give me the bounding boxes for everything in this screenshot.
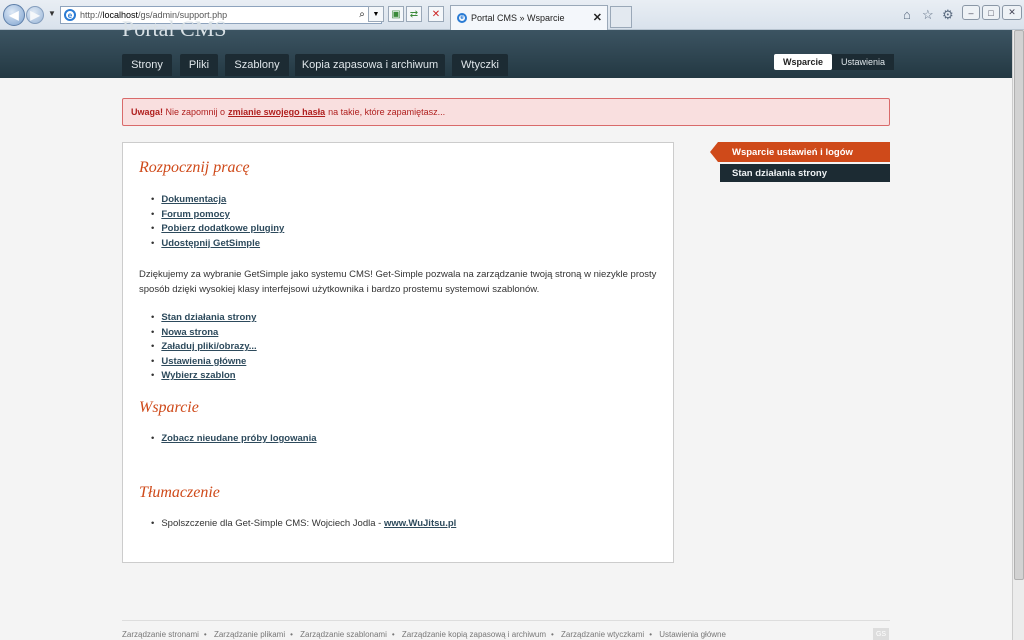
- gear-icon[interactable]: ⚙: [942, 7, 954, 23]
- translation-info: Spolszczenie dla Get-Simple CMS: Wojciec…: [151, 517, 456, 532]
- site-header: Portal CMS Strony Pliki Szablony Kopia z…: [0, 16, 1012, 78]
- maximize-button[interactable]: □: [982, 5, 1000, 20]
- browser-tab[interactable]: e Portal CMS » Wsparcie ✕: [450, 5, 608, 30]
- close-window-button[interactable]: ✕: [1002, 5, 1022, 20]
- footer-nav: Zarządzanie stronami • Zarządzanie plikam…: [122, 630, 726, 639]
- translation-text: Spolszczenie dla Get-Simple CMS: Wojciec…: [161, 518, 382, 529]
- list-item: Udostępnij GetSimple: [151, 237, 284, 252]
- new-page-link[interactable]: Nowa strona: [161, 327, 218, 338]
- tab-strony[interactable]: Strony: [122, 54, 172, 76]
- main-content-panel: Rozpocznij pracę Dokumentacja Forum pomo…: [122, 142, 674, 563]
- page-scrollbar[interactable]: [1012, 30, 1024, 640]
- list-item: Wybierz szablon: [151, 369, 257, 384]
- section-title-translation: Tłumaczenie: [139, 484, 220, 501]
- refresh-icon[interactable]: ⇄: [406, 6, 422, 22]
- documentation-link[interactable]: Dokumentacja: [161, 194, 226, 205]
- footer-link-templates[interactable]: Zarządzanie szablonami: [300, 630, 387, 639]
- footer-link-files[interactable]: Zarządzanie plikami: [214, 630, 285, 639]
- compatibility-view-icon[interactable]: ▣: [388, 6, 404, 22]
- favorites-star-icon[interactable]: ☆: [922, 7, 934, 23]
- tab-ustawienia[interactable]: Ustawienia: [832, 54, 895, 70]
- list-item: Zobacz nieudane próby logowania: [151, 432, 316, 447]
- sidebar-item-site-health[interactable]: Stan działania strony: [720, 164, 890, 182]
- tab-szablony[interactable]: Szablony: [225, 54, 289, 76]
- footer-link-settings[interactable]: Ustawienia główne: [659, 630, 726, 639]
- password-alert: Uwaga! Nie zapomnij o zmianie swojego ha…: [122, 98, 890, 126]
- list-item: Ustawienia główne: [151, 355, 257, 370]
- sidebar-item-support-logs[interactable]: Wsparcie ustawień i logów: [710, 142, 890, 162]
- arrow-right-icon: ▶: [30, 8, 40, 22]
- address-dropdown-icon[interactable]: ▼: [368, 6, 384, 22]
- tab-wtyczki[interactable]: Wtyczki: [452, 54, 508, 76]
- getsimple-logo[interactable]: GS: [873, 628, 889, 640]
- quick-links: Stan działania strony Nowa strona Załadu…: [151, 311, 257, 384]
- settings-tabs: Wsparcie Ustawienia: [774, 54, 895, 70]
- footer-link-pages[interactable]: Zarządzanie stronami: [122, 630, 199, 639]
- history-dropdown-icon[interactable]: ▼: [48, 9, 56, 18]
- list-item: Dokumentacja: [151, 193, 284, 208]
- tab-favicon-icon: e: [457, 13, 467, 23]
- back-button[interactable]: ◀: [3, 4, 25, 26]
- share-getsimple-link[interactable]: Udostępnij GetSimple: [161, 238, 260, 249]
- upload-files-link[interactable]: Załaduj pliki/obrazy...: [161, 341, 256, 352]
- new-tab-button[interactable]: [610, 6, 632, 28]
- support-links: Zobacz nieudane próby logowania: [151, 432, 316, 447]
- getting-started-links: Dokumentacja Forum pomocy Pobierz dodatk…: [151, 193, 284, 251]
- choose-template-link[interactable]: Wybierz szablon: [161, 370, 235, 381]
- list-item: Forum pomocy: [151, 208, 284, 223]
- alert-text-before: Nie zapomnij o: [165, 107, 226, 117]
- alert-text-after: na takie, które zapamiętasz...: [328, 107, 446, 117]
- close-tab-icon[interactable]: ✕: [593, 11, 602, 24]
- footer-link-backups[interactable]: Zarządzanie kopią zapasową i archiwum: [402, 630, 546, 639]
- site-title[interactable]: Portal CMS: [122, 16, 227, 42]
- download-plugins-link[interactable]: Pobierz dodatkowe pluginy: [161, 223, 284, 234]
- intro-paragraph: Dziękujemy za wybranie GetSimple jako sy…: [139, 269, 657, 295]
- alert-label: Uwaga!: [131, 107, 164, 117]
- list-item: Spolszczenie dla Get-Simple CMS: Wojciec…: [151, 517, 456, 532]
- tab-wsparcie[interactable]: Wsparcie: [774, 54, 833, 70]
- list-item: Nowa strona: [151, 326, 257, 341]
- tab-title: Portal CMS » Wsparcie: [471, 13, 565, 23]
- wujitsu-link[interactable]: www.WuJitsu.pl: [384, 518, 456, 529]
- list-item: Pobierz dodatkowe pluginy: [151, 222, 284, 237]
- footer-divider: [122, 620, 890, 621]
- list-item: Załaduj pliki/obrazy...: [151, 340, 256, 355]
- arrow-left-icon: ◀: [9, 8, 19, 22]
- stop-icon[interactable]: ✕: [428, 6, 444, 22]
- tab-kopia-zapasowa[interactable]: Kopia zapasowa i archiwum: [295, 54, 445, 76]
- general-settings-link[interactable]: Ustawienia główne: [161, 356, 246, 367]
- section-title-getting-started: Rozpocznij pracę: [139, 159, 250, 176]
- forum-link[interactable]: Forum pomocy: [161, 209, 230, 220]
- ie-page-icon: e: [64, 9, 76, 21]
- home-icon[interactable]: ⌂: [903, 7, 911, 22]
- section-title-support: Wsparcie: [139, 399, 199, 416]
- tab-pliki[interactable]: Pliki: [180, 54, 218, 76]
- list-item: Stan działania strony: [151, 311, 257, 326]
- site-health-link[interactable]: Stan działania strony: [161, 312, 256, 323]
- minimize-button[interactable]: –: [962, 5, 980, 20]
- scrollbar-thumb[interactable]: [1014, 30, 1024, 580]
- forward-button[interactable]: ▶: [26, 6, 44, 24]
- failed-logins-link[interactable]: Zobacz nieudane próby logowania: [161, 433, 316, 444]
- footer-link-plugins[interactable]: Zarządzanie wtyczkami: [561, 630, 644, 639]
- change-password-link[interactable]: zmianie swojego hasła: [228, 107, 325, 117]
